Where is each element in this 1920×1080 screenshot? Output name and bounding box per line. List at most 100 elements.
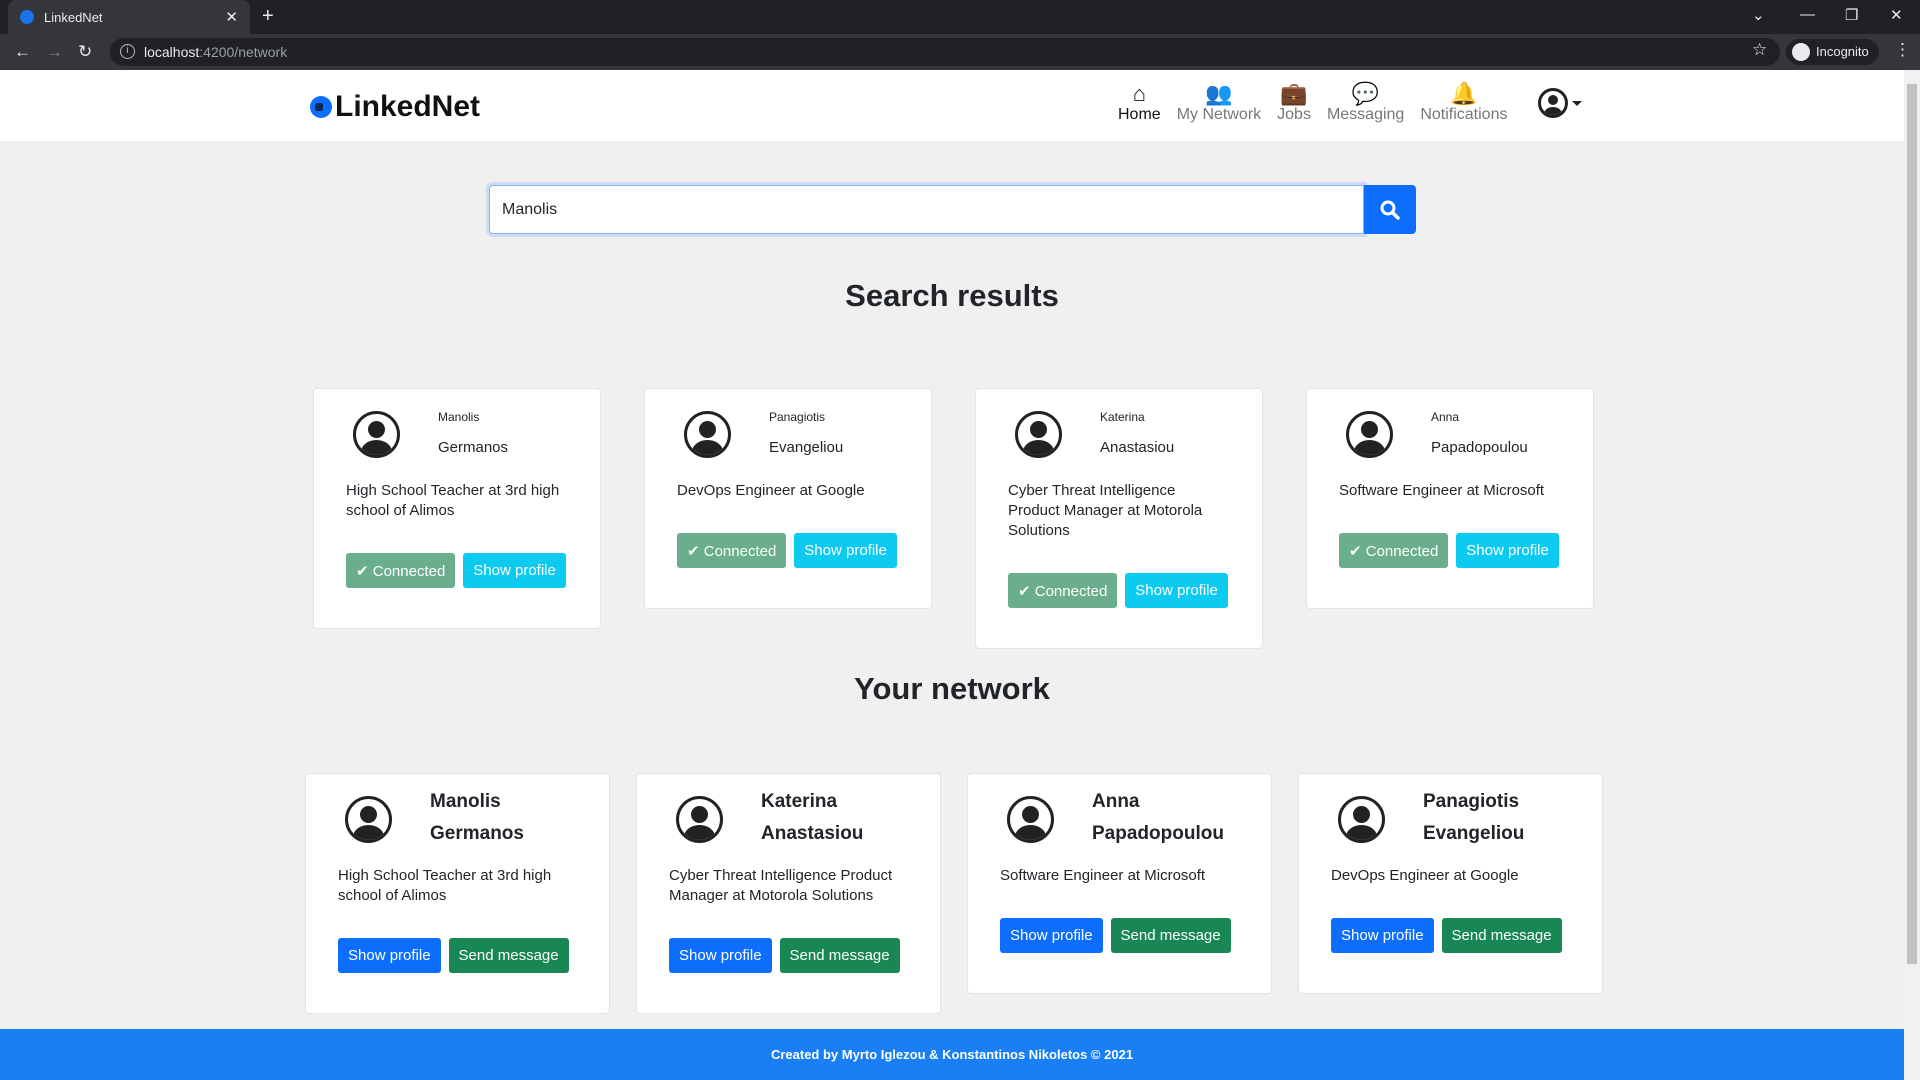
person-name: Anna Papadopoulou: [1431, 409, 1528, 457]
profile-menu[interactable]: [1538, 88, 1582, 118]
nav-label: Home: [1118, 106, 1161, 123]
send-message-button[interactable]: Send message: [1441, 918, 1562, 953]
person-card: Panagiotis Evangeliou DevOps Engineer at …: [644, 388, 932, 609]
footer: Created by Myrto Iglezou & Konstantinos …: [0, 1029, 1904, 1080]
connected-button[interactable]: ✔ Connected: [346, 553, 456, 588]
address-bar: ← → ↻ i localhost:4200/network ☆ Incognit…: [0, 34, 1920, 70]
user-avatar-icon: [1346, 411, 1393, 458]
incognito-badge[interactable]: Incognito: [1786, 39, 1879, 65]
nav-messaging[interactable]: 💬 Messaging: [1327, 82, 1404, 124]
last-name: Evangeliou: [769, 439, 844, 456]
close-tab-icon[interactable]: ✕: [225, 8, 238, 26]
person-description: Software Engineer at Microsoft: [1339, 482, 1545, 499]
browser-tab[interactable]: LinkedNet ✕: [8, 0, 250, 34]
person-description: High School Teacher at 3rd high school o…: [338, 867, 552, 904]
url-path: :4200/network: [199, 44, 288, 60]
tab-title: LinkedNet: [44, 9, 103, 25]
connected-button[interactable]: ✔ Connected: [677, 533, 787, 568]
person-name: Manolis Germanos: [438, 409, 508, 457]
card-header: Manolis Germanos: [338, 774, 577, 866]
person-name: Anna Papadopoulou: [1092, 786, 1224, 850]
footer-text: Created by Myrto Iglezou & Konstantinos …: [770, 1047, 1134, 1062]
reload-icon[interactable]: ↻: [78, 42, 92, 62]
user-avatar-icon: [345, 796, 392, 843]
last-name: Papadopoulou: [1431, 439, 1528, 456]
bookmark-star-icon[interactable]: ☆: [1752, 40, 1767, 60]
bell-icon: 🔔: [1450, 81, 1478, 106]
menu-icon[interactable]: ⋮: [1894, 40, 1911, 60]
nav-jobs[interactable]: 💼 Jobs: [1277, 82, 1311, 124]
first-name: Panagiotis: [769, 410, 826, 424]
logo-text: LinkedNet: [335, 90, 481, 123]
search-bar: [489, 185, 1416, 234]
show-profile-button[interactable]: Show profile: [1456, 533, 1559, 568]
card-header: Manolis Germanos: [346, 389, 568, 481]
logo[interactable]: LinkedNet: [310, 90, 480, 124]
search-input[interactable]: [489, 185, 1364, 234]
user-avatar-icon: [1007, 796, 1054, 843]
search-results-list: Manolis Germanos High School Teacher at 3…: [313, 388, 1594, 649]
favicon-icon: [20, 10, 34, 24]
show-profile-button[interactable]: Show profile: [1331, 918, 1434, 953]
incognito-icon: [1792, 43, 1810, 61]
card-header: Anna Papadopoulou: [1339, 389, 1561, 481]
nav-home[interactable]: ⌂ Home: [1118, 82, 1161, 124]
send-message-button[interactable]: Send message: [448, 938, 569, 973]
send-message-button[interactable]: Send message: [779, 938, 900, 973]
search-button[interactable]: [1364, 185, 1416, 234]
logo-icon: [310, 96, 332, 118]
last-name: Anastasiou: [761, 823, 864, 844]
restore-icon[interactable]: ❐: [1845, 6, 1858, 24]
your-network-title: Your network: [854, 671, 1050, 706]
connected-button[interactable]: ✔ Connected: [1008, 573, 1118, 608]
card-header: Panagiotis Evangeliou: [1331, 774, 1570, 866]
last-name: Papadopoulou: [1092, 823, 1224, 844]
person-description: Software Engineer at Microsoft: [1000, 867, 1206, 884]
incognito-label: Incognito: [1816, 44, 1869, 59]
person-card: Anna Papadopoulou Software Engineer at Mi…: [967, 773, 1272, 994]
minimize-icon[interactable]: —: [1800, 6, 1815, 23]
person-card: Manolis Germanos High School Teacher at 3…: [313, 388, 601, 629]
scrollbar-thumb[interactable]: [1907, 84, 1917, 964]
nav-label: Messaging: [1326, 106, 1405, 123]
first-name: Panagiotis: [1423, 791, 1520, 812]
show-profile-button[interactable]: Show profile: [669, 938, 772, 973]
person-card: Panagiotis Evangeliou DevOps Engineer at …: [1298, 773, 1603, 994]
user-avatar-icon: [676, 796, 723, 843]
users-icon: 👥: [1205, 81, 1233, 106]
person-name: Katerina Anastasiou: [1100, 409, 1174, 457]
send-message-button[interactable]: Send message: [1110, 918, 1231, 953]
info-icon[interactable]: i: [120, 44, 135, 59]
caret-down-icon: [1572, 100, 1582, 106]
show-profile-button[interactable]: Show profile: [794, 533, 897, 568]
person-description: High School Teacher at 3rd high school o…: [346, 482, 560, 519]
new-tab-icon[interactable]: +: [262, 5, 274, 28]
connected-button[interactable]: ✔ Connected: [1339, 533, 1449, 568]
url-field[interactable]: i localhost:4200/network: [110, 38, 1780, 66]
scrollbar[interactable]: [1904, 70, 1920, 1080]
close-window-icon[interactable]: ✕: [1890, 6, 1903, 24]
first-name: Anna: [1092, 791, 1140, 812]
forward-icon[interactable]: →: [46, 42, 63, 62]
back-icon[interactable]: ←: [14, 42, 31, 62]
show-profile-button[interactable]: Show profile: [1125, 573, 1228, 608]
search-results-title: Search results: [845, 278, 1059, 313]
first-name: Katerina: [761, 791, 838, 812]
user-avatar-icon: [1015, 411, 1062, 458]
nav-label: My Network: [1176, 106, 1262, 123]
nav-my-network[interactable]: 👥 My Network: [1177, 82, 1261, 124]
tab-search-icon[interactable]: ⌄: [1752, 6, 1765, 24]
briefcase-icon: 💼: [1280, 81, 1308, 106]
show-profile-button[interactable]: Show profile: [463, 553, 566, 588]
last-name: Germanos: [438, 439, 509, 456]
person-description: Cyber Threat Intelligence Product Manage…: [1008, 482, 1203, 539]
home-icon: ⌂: [1132, 81, 1146, 106]
nav-label: Jobs: [1277, 106, 1311, 123]
nav-label: Notifications: [1420, 106, 1508, 123]
nav-notifications[interactable]: 🔔 Notifications: [1420, 82, 1507, 124]
show-profile-button[interactable]: Show profile: [1000, 918, 1103, 953]
chat-icon: 💬: [1351, 81, 1380, 106]
person-name: Katerina Anastasiou: [761, 786, 863, 850]
show-profile-button[interactable]: Show profile: [338, 938, 441, 973]
search-icon: [1380, 200, 1400, 220]
